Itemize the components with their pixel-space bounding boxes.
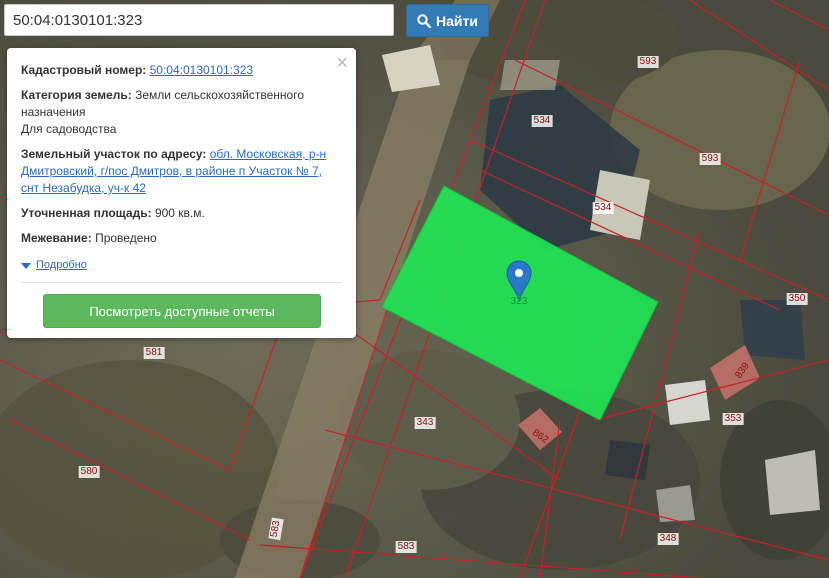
cadastral-number-row: Кадастровый номер: 50:04:0130101:323 — [21, 62, 342, 79]
parcel-label: 323 — [508, 296, 530, 308]
parcel-label: 534 — [531, 115, 553, 127]
survey-row: Межевание: Проведено — [21, 230, 342, 247]
address-row: Земельный участок по адресу: обл. Москов… — [21, 146, 342, 197]
land-category-row: Категория земель: Земли сельскохозяйстве… — [21, 87, 342, 138]
parcel-label: 583 — [395, 541, 417, 553]
search-icon — [417, 13, 432, 28]
parcel-label: 353 — [722, 413, 744, 425]
card-divider — [21, 282, 342, 283]
cadastral-number-link[interactable]: 50:04:0130101:323 — [150, 63, 253, 77]
triangle-down-icon — [21, 262, 31, 269]
search-button[interactable]: Найти — [406, 4, 489, 37]
survey-label: Межевание: — [21, 231, 92, 245]
parcel-label: 348 — [657, 533, 679, 545]
parcel-label: 593 — [699, 153, 721, 165]
parcel-label: 350 — [786, 293, 808, 305]
parcel-label: 534 — [592, 202, 614, 214]
land-use-value: Для садоводства — [21, 122, 117, 136]
search-button-label: Найти — [436, 12, 478, 29]
address-label: Земельный участок по адресу: — [21, 147, 207, 161]
survey-value: Проведено — [95, 231, 157, 245]
cadastral-number-label: Кадастровый номер: — [21, 63, 147, 77]
area-value: 900 кв.м. — [154, 206, 205, 220]
parcel-label: 581 — [143, 347, 165, 359]
details-toggle[interactable]: Подробно — [21, 257, 87, 274]
parcel-label: 580 — [78, 466, 100, 478]
land-category-label: Категория земель: — [21, 88, 132, 102]
view-reports-button[interactable]: Посмотреть доступные отчеты — [43, 294, 321, 328]
search-input[interactable] — [4, 4, 394, 36]
parcel-info-card: × Кадастровый номер: 50:04:0130101:323 К… — [7, 48, 356, 338]
parcel-label: 593 — [637, 56, 659, 68]
area-row: Уточненная площадь: 900 кв.м. — [21, 205, 342, 222]
details-label: Подробно — [36, 259, 87, 271]
close-icon[interactable]: × — [336, 53, 348, 73]
area-label: Уточненная площадь: — [21, 206, 152, 220]
parcel-label: 343 — [414, 417, 436, 429]
